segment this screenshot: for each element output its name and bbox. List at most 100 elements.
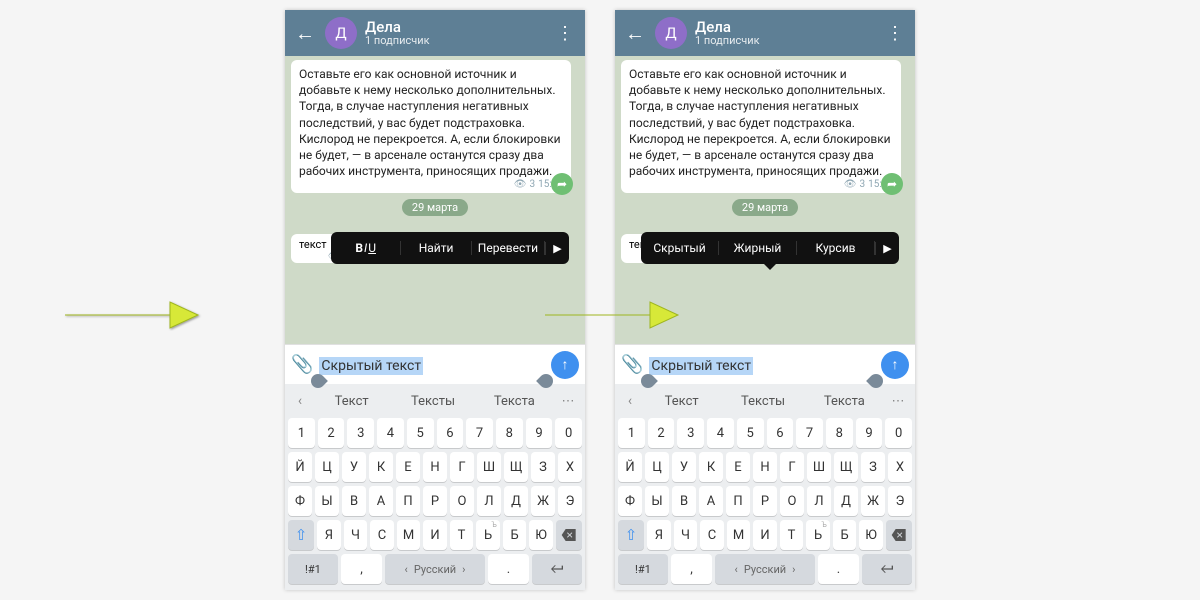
key-Я[interactable]: Я bbox=[317, 520, 341, 550]
more-icon[interactable]: ⋮ bbox=[883, 23, 907, 44]
key-Ф[interactable]: Ф bbox=[618, 486, 642, 516]
key-А[interactable]: А bbox=[699, 486, 723, 516]
suggestion-2[interactable]: Тексты bbox=[392, 394, 473, 409]
key-Ю[interactable]: Ю bbox=[859, 520, 883, 550]
key-backspace[interactable] bbox=[886, 520, 912, 550]
menu-find[interactable]: Найти bbox=[401, 241, 471, 255]
key-И[interactable]: И bbox=[423, 520, 447, 550]
key-enter[interactable] bbox=[532, 554, 582, 584]
key-8[interactable]: 8 bbox=[496, 418, 523, 448]
back-icon[interactable]: ← bbox=[293, 21, 317, 46]
key-Ж[interactable]: Ж bbox=[531, 486, 555, 516]
key-0[interactable]: 0 bbox=[885, 418, 912, 448]
message-input[interactable]: Скрытый текст bbox=[319, 355, 545, 374]
key-5[interactable]: 5 bbox=[407, 418, 434, 448]
message-bubble[interactable]: Оставьте его как основной источник и доб… bbox=[291, 60, 571, 193]
key-period[interactable]: . bbox=[818, 554, 859, 584]
key-Е[interactable]: Е bbox=[726, 452, 750, 482]
key-В[interactable]: В bbox=[672, 486, 696, 516]
key-Ы[interactable]: Ы bbox=[645, 486, 669, 516]
suggestion-3[interactable]: Текста bbox=[804, 394, 885, 409]
message-bubble[interactable]: Оставьте его как основной источник и доб… bbox=[621, 60, 901, 193]
key-9[interactable]: 9 bbox=[856, 418, 883, 448]
key-1[interactable]: 1 bbox=[288, 418, 315, 448]
key-comma[interactable]: , bbox=[341, 554, 382, 584]
key-symbols[interactable]: !#1 bbox=[618, 554, 668, 584]
key-Ю[interactable]: Ю bbox=[529, 520, 553, 550]
key-period[interactable]: . bbox=[488, 554, 529, 584]
menu-more-icon[interactable]: ▶ bbox=[875, 242, 899, 255]
key-Г[interactable]: Г bbox=[450, 452, 474, 482]
key-language[interactable]: ‹Русский› bbox=[715, 554, 815, 584]
key-9[interactable]: 9 bbox=[526, 418, 553, 448]
key-Ч[interactable]: Ч bbox=[674, 520, 698, 550]
key-Д[interactable]: Д bbox=[504, 486, 528, 516]
key-М[interactable]: М bbox=[727, 520, 751, 550]
key-Э[interactable]: Э bbox=[558, 486, 582, 516]
key-Ш[interactable]: Ш bbox=[807, 452, 831, 482]
key-backspace[interactable] bbox=[556, 520, 582, 550]
menu-format[interactable]: BIU bbox=[331, 241, 401, 255]
share-icon[interactable]: ➦ bbox=[551, 173, 573, 195]
key-Т[interactable]: Т bbox=[450, 520, 474, 550]
key-0[interactable]: 0 bbox=[555, 418, 582, 448]
key-enter[interactable] bbox=[862, 554, 912, 584]
key-shift[interactable]: ⇧ bbox=[288, 520, 314, 550]
menu-italic[interactable]: Курсив bbox=[797, 241, 875, 255]
key-А[interactable]: А bbox=[369, 486, 393, 516]
key-Р[interactable]: Р bbox=[753, 486, 777, 516]
key-Н[interactable]: Н bbox=[423, 452, 447, 482]
suggestion-1[interactable]: Текст bbox=[311, 394, 392, 409]
key-5[interactable]: 5 bbox=[737, 418, 764, 448]
key-Г[interactable]: Г bbox=[780, 452, 804, 482]
send-button[interactable]: ↑ bbox=[551, 351, 579, 379]
key-Ц[interactable]: Ц bbox=[315, 452, 339, 482]
key-Я[interactable]: Я bbox=[647, 520, 671, 550]
attach-icon[interactable]: 📎 bbox=[621, 354, 643, 375]
key-З[interactable]: З bbox=[531, 452, 555, 482]
key-П[interactable]: П bbox=[726, 486, 750, 516]
key-О[interactable]: О bbox=[450, 486, 474, 516]
menu-more-icon[interactable]: ▶ bbox=[545, 242, 569, 255]
key-У[interactable]: У bbox=[672, 452, 696, 482]
key-3[interactable]: 3 bbox=[677, 418, 704, 448]
key-З[interactable]: З bbox=[861, 452, 885, 482]
avatar[interactable]: Д bbox=[325, 17, 357, 49]
sugg-more-icon[interactable]: ⋯ bbox=[555, 394, 581, 409]
key-Ф[interactable]: Ф bbox=[288, 486, 312, 516]
key-Ы[interactable]: Ы bbox=[315, 486, 339, 516]
send-button[interactable]: ↑ bbox=[881, 351, 909, 379]
key-3[interactable]: 3 bbox=[347, 418, 374, 448]
avatar[interactable]: Д bbox=[655, 17, 687, 49]
key-6[interactable]: 6 bbox=[437, 418, 464, 448]
chat-title-block[interactable]: Дела 1 подписчик bbox=[695, 19, 883, 48]
key-Е[interactable]: Е bbox=[396, 452, 420, 482]
message-input[interactable]: Скрытый текст bbox=[649, 355, 875, 374]
key-Ш[interactable]: Ш bbox=[477, 452, 501, 482]
sugg-more-icon[interactable]: ⋯ bbox=[885, 394, 911, 409]
key-4[interactable]: 4 bbox=[377, 418, 404, 448]
back-icon[interactable]: ← bbox=[623, 21, 647, 46]
key-Ц[interactable]: Ц bbox=[645, 452, 669, 482]
key-Ь[interactable]: ЬЪ bbox=[476, 520, 500, 550]
key-М[interactable]: М bbox=[397, 520, 421, 550]
key-language[interactable]: ‹Русский› bbox=[385, 554, 485, 584]
key-shift[interactable]: ⇧ bbox=[618, 520, 644, 550]
key-О[interactable]: О bbox=[780, 486, 804, 516]
menu-bold[interactable]: Жирный bbox=[719, 241, 797, 255]
key-Ж[interactable]: Ж bbox=[861, 486, 885, 516]
key-Ч[interactable]: Ч bbox=[344, 520, 368, 550]
key-7[interactable]: 7 bbox=[466, 418, 493, 448]
key-comma[interactable]: , bbox=[671, 554, 712, 584]
suggestion-3[interactable]: Текста bbox=[474, 394, 555, 409]
key-К[interactable]: К bbox=[699, 452, 723, 482]
key-symbols[interactable]: !#1 bbox=[288, 554, 338, 584]
key-2[interactable]: 2 bbox=[648, 418, 675, 448]
key-К[interactable]: К bbox=[369, 452, 393, 482]
key-8[interactable]: 8 bbox=[826, 418, 853, 448]
key-Л[interactable]: Л bbox=[477, 486, 501, 516]
key-Й[interactable]: Й bbox=[618, 452, 642, 482]
key-В[interactable]: В bbox=[342, 486, 366, 516]
key-Ь[interactable]: ЬЪ bbox=[806, 520, 830, 550]
key-4[interactable]: 4 bbox=[707, 418, 734, 448]
